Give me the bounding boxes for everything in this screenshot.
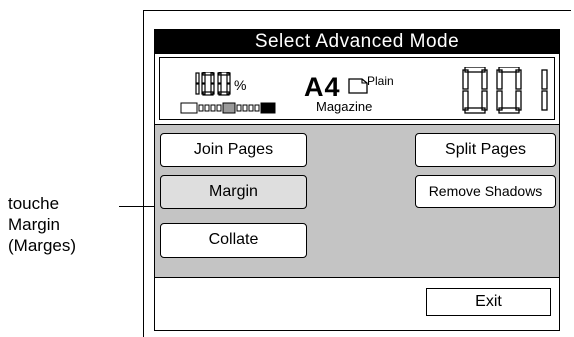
join-pages-button[interactable]: Join Pages: [160, 133, 307, 167]
paper-type: Plain: [367, 74, 394, 88]
zoom-digits: [195, 72, 231, 96]
callout-line-3: (Marges): [8, 236, 77, 255]
page-icon: [348, 78, 368, 94]
margin-button[interactable]: Margin: [160, 175, 307, 209]
zoom-unit: %: [234, 77, 247, 93]
document-type: Magazine: [316, 99, 373, 114]
callout-line-2: Margin: [8, 215, 60, 234]
button-area: Join Pages Margin Collate Split Pages Re…: [155, 124, 559, 278]
panel-footer: Exit: [155, 278, 559, 329]
copies-digits: [462, 67, 548, 114]
callout-line-1: touche: [8, 194, 60, 213]
remove-shadows-button[interactable]: Remove Shadows: [415, 175, 556, 208]
split-pages-button[interactable]: Split Pages: [415, 133, 556, 167]
density-scale: [180, 102, 276, 114]
status-display: % 100 A4 Plain 001: [159, 57, 555, 120]
panel-title: Select Advanced Mode: [155, 30, 559, 54]
exit-button[interactable]: Exit: [426, 288, 551, 316]
callout-annotation: touche Margin (Marges): [8, 193, 118, 256]
control-panel-screen: Select Advanced Mode % 100 A4 Plain: [154, 29, 560, 331]
collate-button[interactable]: Collate: [160, 223, 307, 258]
